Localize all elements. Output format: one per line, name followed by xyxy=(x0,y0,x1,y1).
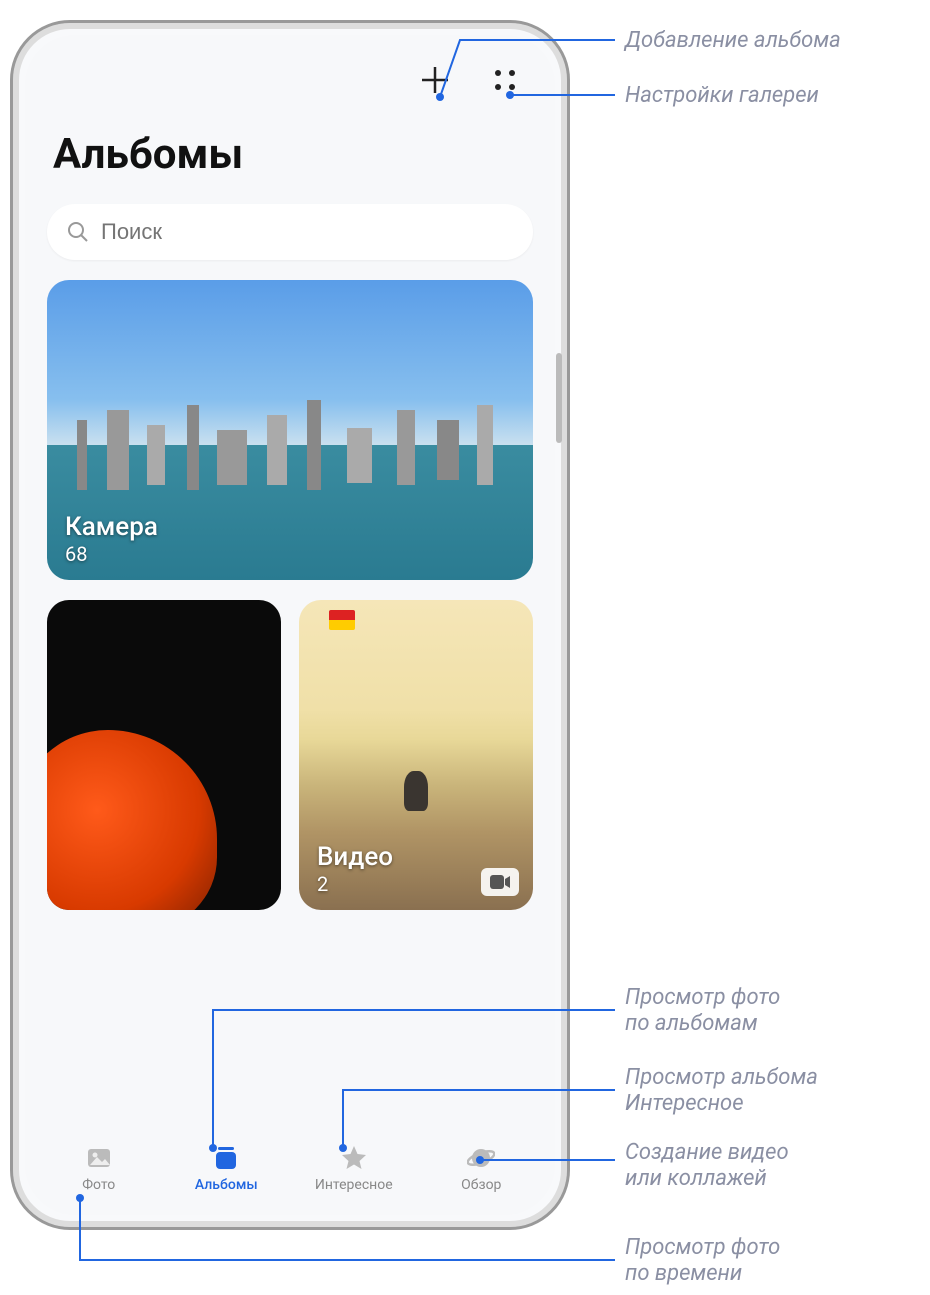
nav-label: Интересное xyxy=(315,1177,393,1193)
photos-icon xyxy=(84,1143,114,1173)
album-name: Все фото xyxy=(65,842,176,872)
nav-discover[interactable]: Обзор xyxy=(418,1143,546,1193)
albums-icon xyxy=(211,1143,241,1173)
album-name: Камера xyxy=(65,512,158,542)
nav-label: Альбомы xyxy=(195,1177,258,1193)
search-bar[interactable] xyxy=(47,204,533,260)
side-button xyxy=(556,353,562,443)
nav-label: Обзор xyxy=(461,1177,501,1193)
top-actions xyxy=(25,35,555,110)
album-label: Все фото 84 xyxy=(65,842,176,896)
phone-frame: Альбомы Камера 68 Все фото 84 xyxy=(10,20,570,1230)
search-input[interactable] xyxy=(101,219,513,245)
album-count: 84 xyxy=(65,872,176,896)
callout-by-albums: Просмотр фото по альбомам xyxy=(625,985,780,1038)
callout-add-album: Добавление альбома xyxy=(625,28,841,54)
albums-grid: Камера 68 Все фото 84 Видео 2 xyxy=(25,280,555,910)
nav-albums[interactable]: Альбомы xyxy=(163,1143,291,1193)
nav-highlights[interactable]: Интересное xyxy=(290,1143,418,1193)
flag-decoration xyxy=(329,610,355,630)
search-icon xyxy=(67,221,89,243)
screen: Альбомы Камера 68 Все фото 84 xyxy=(25,35,555,1215)
add-album-button[interactable] xyxy=(415,60,455,100)
planet-icon xyxy=(466,1143,496,1173)
video-badge xyxy=(481,868,519,896)
album-camera[interactable]: Камера 68 xyxy=(47,280,533,580)
callout-by-time: Просмотр фото по времени xyxy=(625,1235,780,1288)
four-dots-icon xyxy=(490,65,520,95)
album-label: Видео 2 xyxy=(317,842,393,896)
more-button[interactable] xyxy=(485,60,525,100)
album-row: Все фото 84 Видео 2 xyxy=(47,600,533,910)
star-icon xyxy=(339,1143,369,1173)
album-count: 68 xyxy=(65,542,158,566)
callout-create: Создание видео или коллажей xyxy=(625,1140,789,1193)
album-label: Камера 68 xyxy=(65,512,158,566)
nav-label: Фото xyxy=(82,1177,115,1193)
album-all-photos[interactable]: Все фото 84 xyxy=(47,600,281,910)
callout-highlights: Просмотр альбома Интересное xyxy=(625,1065,818,1118)
video-icon xyxy=(489,874,511,890)
album-videos[interactable]: Видео 2 xyxy=(299,600,533,910)
bottom-nav: Фото Альбомы Интересное xyxy=(25,1130,555,1215)
page-title: Альбомы xyxy=(25,110,555,194)
callout-settings: Настройки галереи xyxy=(625,83,819,109)
album-name: Видео xyxy=(317,842,393,872)
album-count: 2 xyxy=(317,872,393,896)
nav-photos[interactable]: Фото xyxy=(35,1143,163,1193)
plus-icon xyxy=(418,63,452,97)
